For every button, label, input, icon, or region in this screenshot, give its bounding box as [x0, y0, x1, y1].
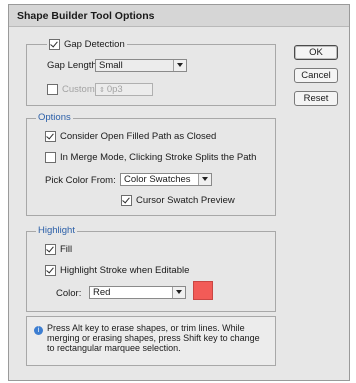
fill-check-icon[interactable]: [45, 244, 56, 255]
gap-detection-label: Gap Detection: [64, 39, 125, 50]
options-legend: Options: [36, 112, 73, 123]
gap-detection-group: [26, 44, 276, 106]
info-text: Press Alt key to erase shapes, or trim l…: [47, 323, 260, 353]
consider-open-path-checkbox[interactable]: Consider Open Filled Path as Closed: [45, 131, 216, 142]
chevron-down-icon[interactable]: [198, 174, 211, 185]
cancel-button[interactable]: Cancel: [294, 68, 338, 83]
cursor-swatch-preview-checkbox[interactable]: Cursor Swatch Preview: [121, 195, 235, 206]
highlight-color-swatch[interactable]: [193, 281, 213, 300]
chevron-down-icon[interactable]: [173, 60, 186, 71]
pick-color-select[interactable]: Color Swatches: [120, 173, 212, 186]
merge-mode-checkbox[interactable]: In Merge Mode, Clicking Stroke Splits th…: [45, 152, 256, 163]
consider-check-icon[interactable]: [45, 131, 56, 142]
highlight-color-label: Color:: [56, 288, 82, 299]
custom-checkbox[interactable]: Custom:: [47, 84, 97, 95]
gap-length-label: Gap Length:: [47, 60, 100, 71]
gap-detection-check-icon[interactable]: [49, 39, 60, 50]
info-icon: i: [34, 326, 43, 335]
custom-gap-value: 0p3: [106, 84, 123, 95]
pick-color-value: Color Swatches: [124, 174, 191, 185]
cursor-swatch-label: Cursor Swatch Preview: [136, 195, 235, 206]
gap-length-select[interactable]: Small: [95, 59, 187, 72]
highlight-legend: Highlight: [36, 225, 77, 236]
gap-detection-checkbox[interactable]: Gap Detection: [47, 39, 127, 50]
highlight-color-select[interactable]: Red: [89, 286, 186, 299]
custom-check-icon[interactable]: [47, 84, 58, 95]
chevron-down-icon[interactable]: [172, 287, 185, 298]
ok-button[interactable]: OK: [294, 45, 338, 60]
cursor-swatch-check-icon[interactable]: [121, 195, 132, 206]
gap-length-value: Small: [99, 60, 123, 71]
consider-label: Consider Open Filled Path as Closed: [60, 131, 217, 142]
merge-check-icon[interactable]: [45, 152, 56, 163]
stepper-icon: ⇕: [99, 87, 107, 94]
pick-color-label: Pick Color From:: [45, 175, 116, 186]
fill-checkbox[interactable]: Fill: [45, 244, 72, 255]
fill-label: Fill: [60, 244, 73, 255]
stroke-check-icon[interactable]: [45, 265, 56, 276]
highlight-stroke-checkbox[interactable]: Highlight Stroke when Editable: [45, 265, 189, 276]
custom-gap-input[interactable]: ⇕ 0p3: [95, 83, 153, 96]
reset-button[interactable]: Reset: [294, 91, 338, 106]
stroke-label: Highlight Stroke when Editable: [60, 265, 190, 276]
highlight-color-value: Red: [93, 287, 111, 298]
dialog-title: Shape Builder Tool Options: [9, 5, 349, 27]
merge-label: In Merge Mode, Clicking Stroke Splits th…: [60, 152, 257, 163]
custom-label: Custom:: [62, 84, 98, 95]
shape-builder-dialog: Shape Builder Tool Options Gap Detection…: [8, 4, 350, 381]
